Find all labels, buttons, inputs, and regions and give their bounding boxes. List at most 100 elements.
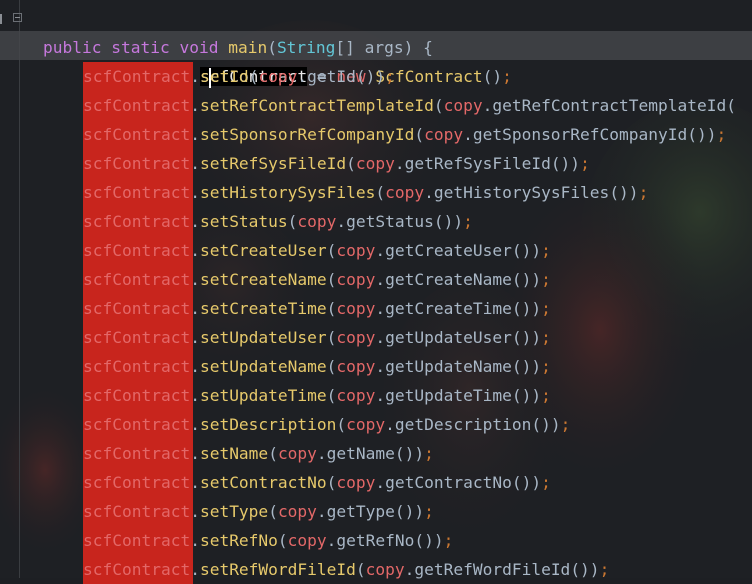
code-line-declaration[interactable]: ScfContract scfContract = new ScfContrac…	[0, 33, 512, 88]
dot-operator: .	[385, 415, 395, 434]
dot-operator: .	[316, 502, 327, 521]
dot-operator: .	[190, 67, 200, 86]
receiver-variable: scfContract	[83, 299, 191, 318]
argument-variable: copy	[336, 241, 376, 260]
paren-close: ())	[511, 386, 542, 405]
dot-operator: .	[190, 183, 200, 202]
getter-method: getCreateName	[385, 270, 512, 289]
dot-operator: .	[190, 270, 200, 289]
semicolon: ;	[385, 67, 395, 86]
paren-close: ())	[355, 67, 386, 86]
setter-method: setSponsorRefCompanyId	[199, 125, 415, 144]
dot-operator: .	[326, 531, 337, 550]
dot-operator: .	[375, 357, 386, 376]
dot-operator: .	[190, 560, 200, 579]
paren-open: (	[287, 212, 298, 231]
receiver-variable: scfContract	[83, 154, 191, 173]
semicolon: ;	[541, 386, 551, 405]
statement: scfContract.setCreateUser(copy.getCreate…	[83, 236, 551, 265]
paren-close: ())	[511, 270, 542, 289]
statement: scfContract.setUpdateUser(copy.getUpdate…	[83, 323, 551, 352]
getter-method: getUpdateUser	[385, 328, 512, 347]
dot-operator: .	[190, 125, 200, 144]
receiver-variable: scfContract	[83, 125, 191, 144]
getter-method: getUpdateTime	[385, 386, 512, 405]
dot-operator: .	[190, 415, 200, 434]
paren-open: (	[326, 270, 337, 289]
statement: scfContract.setHistorySysFiles(copy.getH…	[83, 178, 648, 207]
paren-open: (	[433, 96, 444, 115]
paren-open: (	[355, 560, 366, 579]
paren-close: ())	[394, 444, 425, 463]
receiver-variable: scfContract	[83, 531, 191, 550]
dot-operator: .	[297, 67, 308, 86]
dot-operator: .	[190, 473, 200, 492]
keyword-public: public	[43, 38, 102, 57]
getter-method: getRefNo	[336, 531, 415, 550]
setter-method: setUpdateTime	[199, 386, 327, 405]
setter-method: setRefContractTemplateId	[199, 96, 434, 115]
semicolon: ;	[560, 415, 571, 434]
dot-operator: .	[190, 357, 200, 376]
paren-close: ())	[511, 299, 542, 318]
setter-method: setDescription	[199, 415, 337, 434]
semicolon: ;	[463, 212, 473, 231]
argument-variable: copy	[443, 96, 483, 115]
receiver-variable: scfContract	[83, 502, 191, 521]
argument-variable: copy	[336, 270, 376, 289]
paren-open: (	[326, 357, 337, 376]
setter-method: setCreateUser	[199, 241, 327, 260]
dot-operator: .	[482, 96, 493, 115]
dot-operator: .	[190, 444, 200, 463]
paren-open: (	[326, 386, 337, 405]
paren-open: (	[414, 125, 425, 144]
semicolon: ;	[541, 241, 551, 260]
paren-open: (	[326, 473, 337, 492]
dot-operator: .	[190, 328, 200, 347]
paren-close: ())	[609, 183, 639, 202]
paren-close: ())	[511, 357, 542, 376]
dot-operator: .	[404, 560, 415, 579]
getter-method: getRefContractTemplateId	[492, 96, 727, 115]
receiver-variable: scfContract	[83, 473, 191, 492]
argument-variable: copy	[336, 299, 376, 318]
semicolon: ;	[541, 357, 551, 376]
dot-operator: .	[375, 473, 386, 492]
setter-method: setName	[199, 444, 269, 463]
getter-method: getContractNo	[385, 473, 512, 492]
paren-open: (	[267, 38, 277, 57]
setter-method: setCreateTime	[199, 299, 327, 318]
paren-open: (	[277, 531, 288, 550]
getter-method: getName	[326, 444, 395, 463]
statement: scfContract. setRefContractTemplateId(cop…	[83, 91, 736, 120]
getter-method: getCreateUser	[385, 241, 512, 260]
setter-method: setRefWordFileId	[199, 560, 356, 579]
dot-operator: .	[375, 241, 386, 260]
paren-close: ())	[511, 328, 542, 347]
argument-variable: copy	[346, 415, 386, 434]
code-line-signature[interactable]: public static void main(String[] args) {	[0, 4, 433, 57]
semicolon: ;	[424, 502, 434, 521]
ctor-parens: ()	[482, 67, 503, 86]
setter-method: setCreateName	[199, 270, 327, 289]
statement: scfContract.setRefWordFileId(copy.getRef…	[83, 555, 609, 584]
semicolon: ;	[424, 444, 434, 463]
statement: scfContract.setCreateName(copy.getCreate…	[83, 265, 551, 294]
receiver-variable: scfContract	[83, 444, 191, 463]
setter-method: setUpdateUser	[199, 328, 327, 347]
paren-close: ())	[511, 473, 542, 492]
receiver-variable: scfContract	[83, 96, 191, 115]
receiver-variable: scfContract	[83, 241, 191, 260]
paren-open: (	[248, 67, 259, 86]
paren-close: ())	[531, 415, 561, 434]
paren-open: (	[268, 502, 278, 521]
paren-close: ())	[687, 125, 717, 144]
paren-open: (	[336, 415, 347, 434]
semicolon: ;	[541, 473, 551, 492]
receiver-variable: scfContract	[83, 357, 191, 376]
paren-open: (	[268, 444, 278, 463]
semicolon: ;	[580, 154, 590, 173]
receiver-variable: scfContract	[83, 183, 191, 202]
statement: scfContract.setSponsorRefCompanyId(copy.…	[83, 120, 726, 149]
dot-operator: .	[394, 154, 405, 173]
